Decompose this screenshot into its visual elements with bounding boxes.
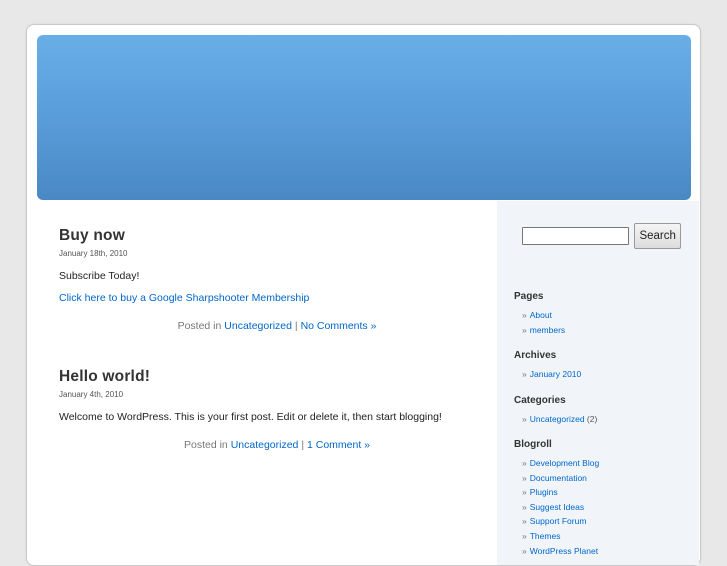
list-item: » WordPress Planet	[522, 544, 694, 559]
blogroll-link-themes[interactable]: Themes	[530, 531, 561, 541]
widget-categories: Categories » Uncategorized (2)	[514, 395, 694, 427]
bullet-glyph: »	[522, 414, 527, 424]
blogroll-link-documentation[interactable]: Documentation	[530, 473, 587, 483]
post-body: Welcome to WordPress. This is your first…	[59, 411, 495, 423]
widget-title: Archives	[514, 350, 557, 361]
meta-separator: |	[294, 320, 298, 332]
list-item: » About	[522, 308, 694, 323]
blogroll-link-wordpress-planet[interactable]: WordPress Planet	[530, 546, 598, 556]
bullet-glyph: »	[522, 530, 527, 541]
pages-list: » About » members	[514, 308, 694, 337]
bullet-glyph: »	[522, 545, 527, 556]
blog-header-banner[interactable]	[37, 35, 691, 200]
list-item: » members	[522, 323, 694, 338]
bullet-glyph: »	[522, 458, 527, 468]
buy-membership-link[interactable]: Click here to buy a Google Sharpshooter …	[59, 292, 309, 304]
bullet-glyph: »	[522, 324, 527, 335]
list-item: » Plugins	[522, 485, 694, 500]
page-link-about[interactable]: About	[530, 310, 552, 320]
list-item: » January 2010	[522, 367, 694, 382]
bullet-glyph: »	[522, 501, 527, 512]
post-title[interactable]: Hello world!	[59, 368, 495, 386]
post-date: January 18th, 2010	[59, 249, 128, 258]
post-meta: Posted in Uncategorized | 1 Comment »	[59, 439, 495, 451]
bullet-glyph: »	[522, 487, 527, 498]
post-date: January 4th, 2010	[59, 390, 124, 399]
blogroll-link-plugins[interactable]: Plugins	[530, 487, 558, 497]
category-link[interactable]: Uncategorized	[224, 320, 292, 332]
widget-archives: Archives » January 2010	[514, 350, 694, 382]
page-container: Buy now January 18th, 2010 Subscribe Tod…	[26, 24, 701, 566]
list-item: » Development Blog	[522, 456, 694, 471]
category-link-uncategorized[interactable]: Uncategorized	[530, 414, 585, 424]
bullet-glyph: »	[522, 516, 527, 527]
category-link[interactable]: Uncategorized	[231, 439, 299, 451]
list-item: » Themes	[522, 529, 694, 544]
post-title[interactable]: Buy now	[59, 227, 495, 245]
comments-link[interactable]: No Comments »	[301, 320, 377, 332]
posted-in-label: Posted in	[183, 439, 228, 451]
posted-in-label: Posted in	[177, 320, 222, 332]
bullet-glyph: »	[522, 310, 527, 320]
widget-blogroll: Blogroll » Development Blog » Documentatio…	[514, 439, 694, 558]
search-button[interactable]: Search	[634, 223, 681, 249]
list-item: » Support Forum	[522, 514, 694, 529]
widget-title: Blogroll	[514, 439, 552, 450]
widget-title: Pages	[514, 291, 544, 302]
archives-list: » January 2010	[514, 367, 694, 382]
post: Hello world! January 4th, 2010 Welcome t…	[59, 368, 495, 451]
post-paragraph-link-wrapper: Click here to buy a Google Sharpshooter …	[59, 292, 495, 304]
list-item: » Uncategorized (2)	[522, 412, 694, 427]
blogroll-link-suggest-ideas[interactable]: Suggest Ideas	[530, 502, 584, 512]
category-count: (2)	[586, 414, 598, 424]
bullet-glyph: »	[522, 472, 527, 483]
sidebar: Search Pages » About » members Archives » J…	[497, 201, 699, 565]
search-form: Search	[522, 223, 681, 249]
bullet-glyph: »	[522, 369, 527, 379]
search-input[interactable]	[522, 227, 629, 245]
list-item: » Suggest Ideas	[522, 500, 694, 515]
post-meta: Posted in Uncategorized | No Comments »	[59, 320, 495, 332]
archive-link-january-2010[interactable]: January 2010	[530, 369, 582, 379]
main-content: Buy now January 18th, 2010 Subscribe Tod…	[59, 227, 495, 487]
widget-title: Categories	[514, 395, 566, 406]
post-paragraph: Subscribe Today!	[59, 270, 140, 282]
blogroll-link-development-blog[interactable]: Development Blog	[530, 458, 599, 468]
categories-list: » Uncategorized (2)	[514, 412, 694, 427]
meta-separator: |	[301, 439, 305, 451]
post: Buy now January 18th, 2010 Subscribe Tod…	[59, 227, 495, 332]
post-body: Subscribe Today! Click here to buy a Goo…	[59, 270, 495, 304]
blogroll-link-support-forum[interactable]: Support Forum	[530, 516, 587, 526]
widget-pages: Pages » About » members	[514, 291, 694, 337]
post-paragraph: Welcome to WordPress. This is your first…	[59, 411, 442, 423]
comments-link[interactable]: 1 Comment »	[307, 439, 370, 451]
list-item: » Documentation	[522, 471, 694, 486]
page-link-members[interactable]: members	[530, 325, 565, 335]
blogroll-list: » Development Blog » Documentation » Plugin…	[514, 456, 694, 558]
